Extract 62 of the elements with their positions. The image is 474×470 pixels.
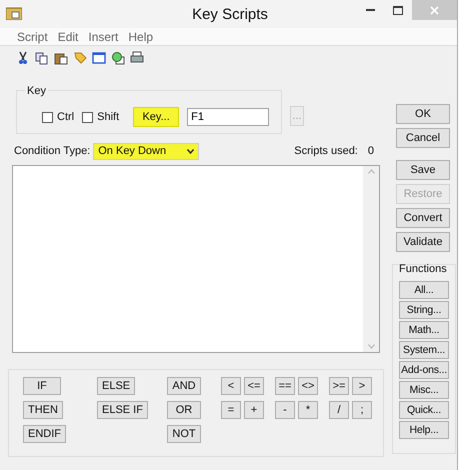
insert-button[interactable]: IF [23, 377, 61, 395]
maximize-icon [393, 6, 403, 14]
function-button[interactable]: Math... [399, 321, 449, 339]
checkbox-label: Shift [97, 110, 120, 125]
function-button[interactable]: String... [399, 301, 449, 319]
insert-button[interactable]: AND [167, 377, 201, 395]
chevron-down-icon [187, 149, 194, 154]
close-icon [430, 6, 439, 14]
group-label: Functions [399, 262, 447, 277]
function-button[interactable]: Add-ons... [399, 361, 449, 379]
tag-icon[interactable] [73, 51, 87, 65]
menu-item[interactable]: Help [123, 28, 158, 46]
key-button[interactable]: Key... [133, 107, 180, 127]
function-button[interactable]: Help... [399, 421, 449, 439]
function-button[interactable]: Misc... [399, 381, 449, 399]
operator-button[interactable]: <> [298, 377, 318, 395]
cut-icon[interactable] [16, 51, 30, 65]
dialog-button[interactable]: Cancel [396, 128, 450, 148]
operator-button[interactable]: / [329, 401, 349, 419]
group-label: Key [25, 83, 48, 100]
function-button[interactable]: Quick... [399, 401, 449, 419]
minimize-icon [366, 9, 374, 11]
insert-button[interactable]: ELSE [97, 377, 136, 395]
insert-button[interactable]: OR [167, 401, 201, 419]
function-button[interactable]: All... [399, 281, 449, 299]
insert-button[interactable]: ENDIF [23, 425, 66, 443]
operator-button[interactable]: = [221, 401, 241, 419]
menu-item[interactable]: Script [12, 28, 53, 46]
dialog-button[interactable]: Save [396, 160, 450, 180]
copy-icon[interactable] [35, 51, 49, 65]
operator-button[interactable]: <= [244, 377, 264, 395]
printer-icon[interactable] [130, 51, 144, 65]
condition-dropdown[interactable]: On Key Down [93, 143, 200, 160]
operator-button[interactable]: + [244, 401, 264, 419]
function-button[interactable]: System... [399, 341, 449, 359]
checkbox-label: Ctrl [57, 110, 74, 125]
condition-label: Condition Type: [14, 144, 90, 160]
checkbox[interactable] [42, 112, 53, 122]
dialog-button[interactable]: OK [396, 104, 450, 124]
folder-icon [6, 6, 22, 20]
menu-item[interactable]: Edit [52, 28, 84, 46]
scripts-used-count: 0 [368, 144, 374, 160]
key-field[interactable]: F1 [187, 108, 270, 126]
window-title: Key Scripts [191, 5, 269, 25]
operator-button[interactable]: == [275, 377, 295, 395]
dialog-button[interactable]: Convert [396, 208, 450, 228]
insert-button[interactable]: THEN [23, 401, 63, 419]
operator-button[interactable]: < [221, 377, 241, 395]
operator-button[interactable]: * [298, 401, 318, 419]
globe-icon[interactable] [111, 51, 125, 65]
operator-button[interactable]: - [275, 401, 295, 419]
insert-button[interactable]: NOT [167, 425, 201, 443]
insert-button[interactable]: ELSE IF [97, 401, 148, 419]
scripts-used-label: Scripts used: [294, 144, 358, 160]
window-icon[interactable] [92, 51, 106, 65]
operator-button[interactable]: > [352, 377, 372, 395]
operator-button[interactable]: ; [352, 401, 372, 419]
operator-button[interactable]: >= [329, 377, 349, 395]
dialog-button[interactable]: Validate [396, 232, 450, 252]
paste-icon[interactable] [54, 51, 68, 65]
menu-item[interactable]: Insert [83, 28, 124, 46]
checkbox[interactable] [82, 112, 94, 122]
